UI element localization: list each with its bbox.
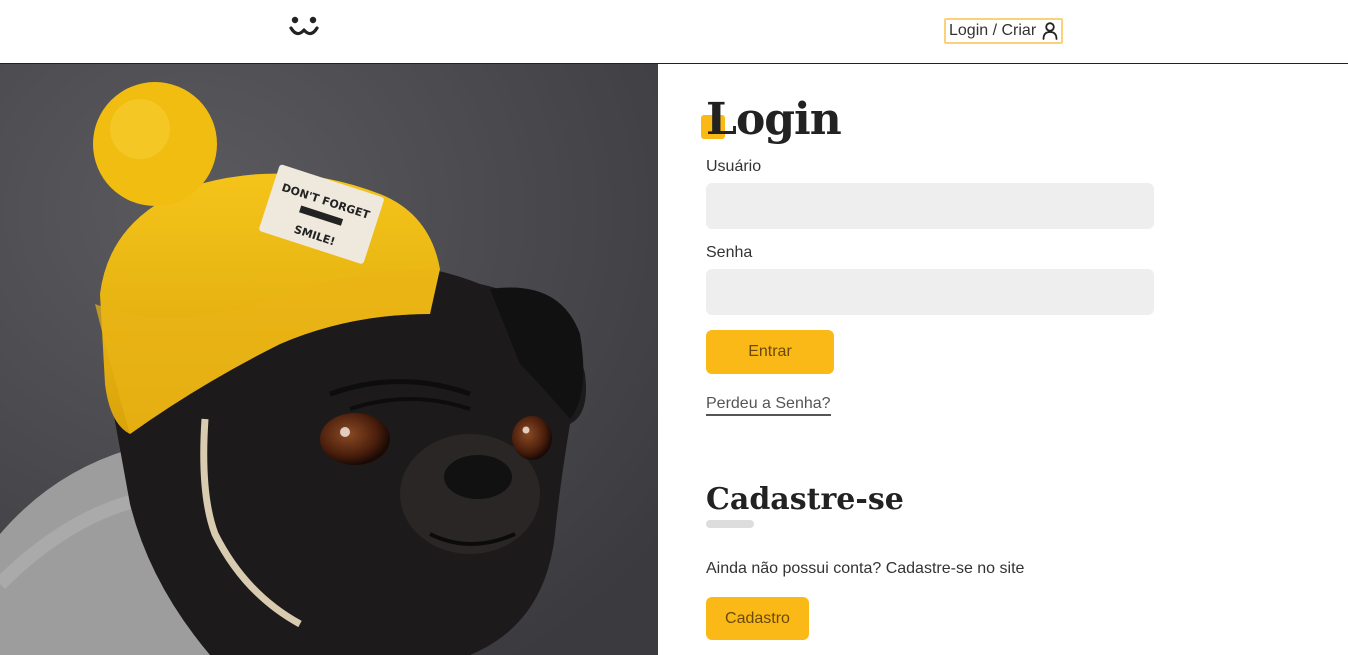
site-header: Login / Criar (0, 0, 1348, 64)
signup-button[interactable]: Cadastro (706, 597, 809, 640)
signup-title-underline (706, 520, 754, 528)
password-label: Senha (706, 244, 753, 261)
dog-face-icon (289, 16, 319, 36)
login-create-link[interactable]: Login / Criar (944, 18, 1064, 44)
username-input[interactable] (706, 183, 1154, 229)
username-label: Usuário (706, 158, 762, 175)
home-link[interactable] (288, 14, 320, 44)
login-create-label: Login / Criar (949, 22, 1037, 39)
login-section: Login Usuário Senha Entrar Perdeu a Senh… (701, 64, 1306, 655)
login-submit-button[interactable]: Entrar (706, 330, 834, 374)
user-icon (1042, 22, 1058, 40)
signup-title: Cadastre-se (706, 482, 904, 517)
pug-photo: DON'T FORGET SMILE! (0, 64, 658, 655)
lost-password-link[interactable]: Perdeu a Senha? (706, 395, 831, 416)
signup-description: Ainda não possui conta? Cadastre-se no s… (706, 560, 1025, 577)
login-title: Login (706, 94, 842, 145)
password-input[interactable] (706, 269, 1154, 315)
